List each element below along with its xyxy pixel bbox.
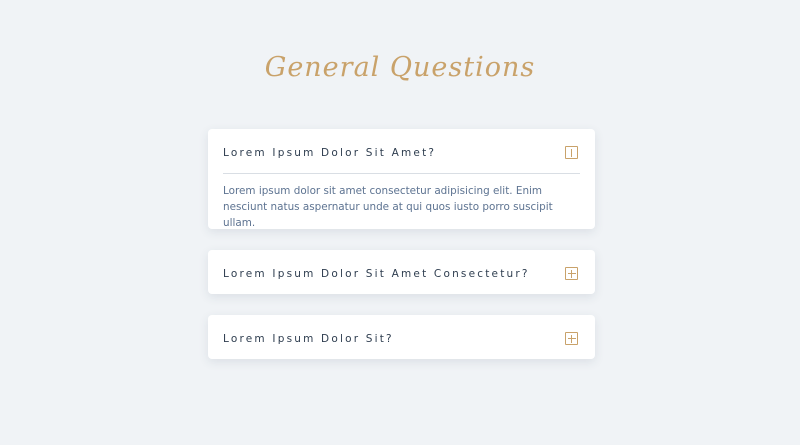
faq-question-header[interactable]: Lorem Ipsum Dolor Sit Amet? <box>223 129 580 173</box>
plus-square-icon[interactable] <box>565 267 578 280</box>
faq-item: Lorem Ipsum Dolor Sit Amet? Lorem ipsum … <box>208 129 595 229</box>
faq-question-header[interactable]: Lorem Ipsum Dolor Sit Amet Consectetur? <box>223 250 580 294</box>
faq-answer: Lorem ipsum dolor sit amet consectetur a… <box>223 185 553 229</box>
minus-square-icon[interactable] <box>565 146 578 159</box>
faq-item: Lorem Ipsum Dolor Sit? <box>208 315 595 359</box>
page-title: General Questions <box>264 52 536 83</box>
faq-item: Lorem Ipsum Dolor Sit Amet Consectetur? <box>208 250 595 294</box>
plus-square-icon[interactable] <box>565 332 578 345</box>
divider <box>223 173 580 174</box>
faq-question-header[interactable]: Lorem Ipsum Dolor Sit? <box>223 315 580 359</box>
faq-question: Lorem Ipsum Dolor Sit Amet Consectetur? <box>223 268 530 280</box>
faq-question: Lorem Ipsum Dolor Sit Amet? <box>223 147 437 159</box>
faq-question: Lorem Ipsum Dolor Sit? <box>223 333 394 345</box>
